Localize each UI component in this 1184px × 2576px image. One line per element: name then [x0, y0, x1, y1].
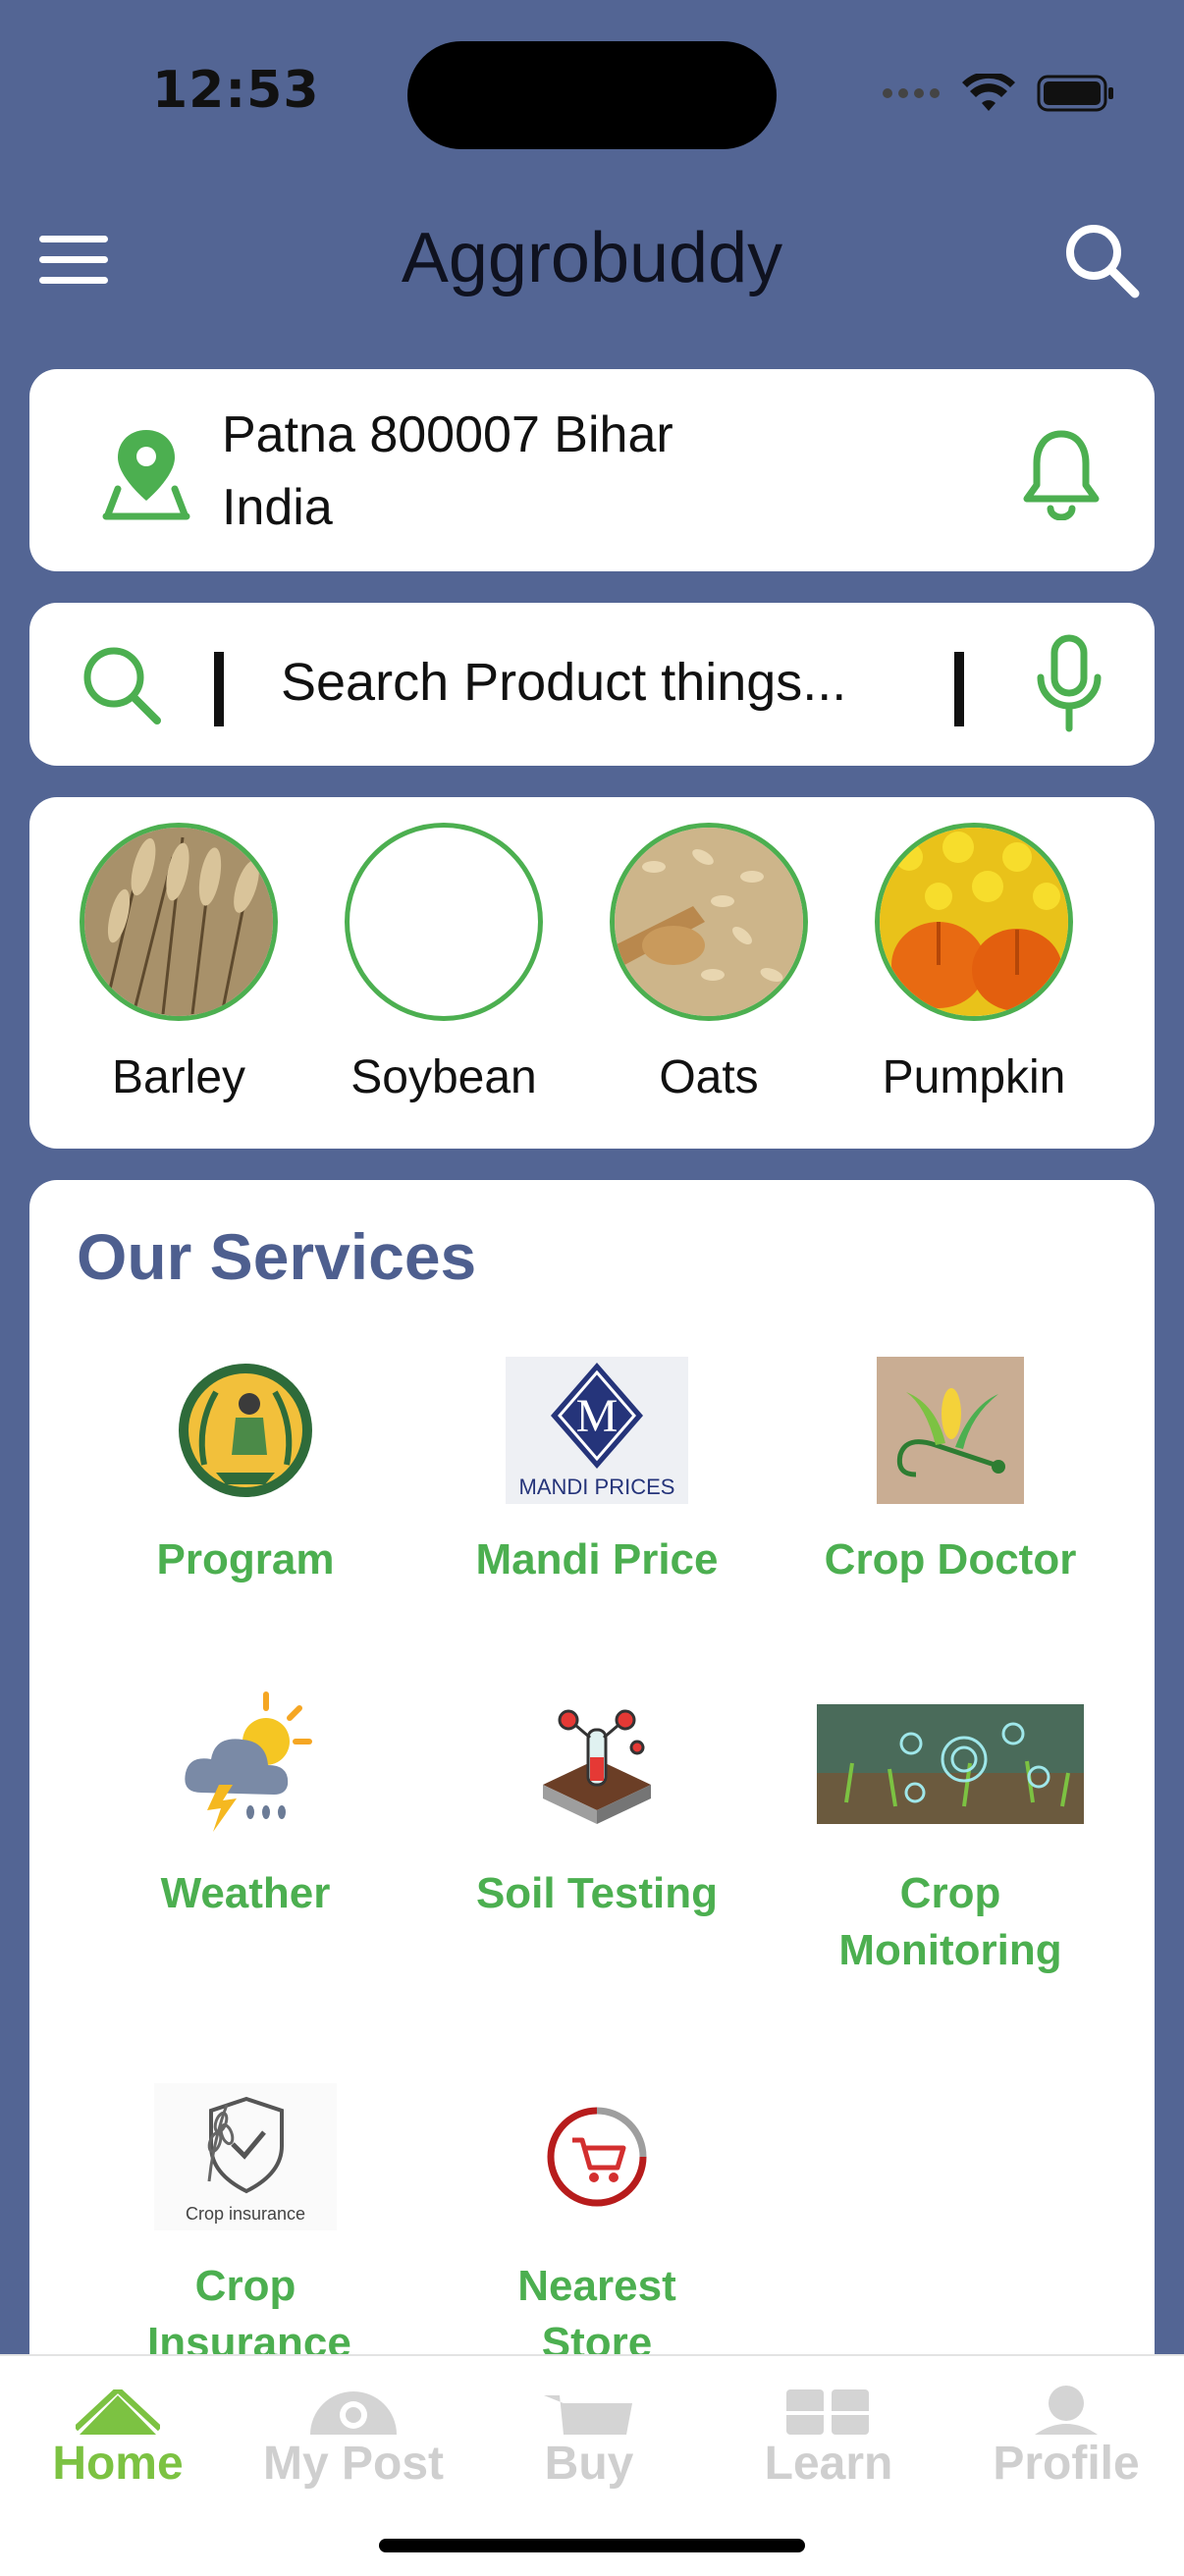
app-title: Aggrobuddy [401, 219, 783, 297]
location-pin-icon [102, 430, 190, 520]
dynamic-island [407, 41, 777, 149]
tab-profile[interactable]: Profile [948, 2356, 1184, 2491]
location-line-2: India [222, 479, 333, 536]
tab-label: Buy [544, 2438, 634, 2490]
service-crop-monitoring[interactable]: Crop Monitoring [783, 1690, 1117, 1979]
tab-label: My Post [262, 2438, 445, 2490]
tab-my-post[interactable]: My Post [236, 2356, 471, 2491]
learn-icon [711, 2356, 946, 2435]
service-soil-testing[interactable]: Soil Testing [430, 1690, 764, 1922]
location-card[interactable]: Patna 800007 Bihar India [29, 369, 1155, 571]
category-label: Barley [111, 1051, 246, 1103]
tab-label: Home [52, 2438, 184, 2490]
status-time: 12:53 [152, 61, 320, 120]
category-label: Oats [659, 1051, 759, 1103]
category-label: Soybean [350, 1051, 537, 1103]
tab-learn[interactable]: Learn [711, 2356, 946, 2491]
tab-buy[interactable]: Buy [471, 2356, 707, 2491]
signal-icon [883, 88, 940, 98]
mandi-prices-logo: M MANDI PRICES [430, 1357, 764, 1504]
service-weather[interactable]: Weather [79, 1690, 412, 1922]
profile-icon [948, 2356, 1184, 2435]
category-strip: Barley Soybean Oats Pumpkin [29, 797, 1155, 1149]
pumpkin-image [875, 823, 1073, 1021]
home-indicator [379, 2539, 805, 2552]
post-icon [236, 2356, 471, 2435]
search-icon [83, 647, 161, 724]
oats-image [610, 823, 808, 1021]
crop-doctor-icon [783, 1357, 1117, 1504]
service-label: Crop Doctor [824, 1535, 1077, 1583]
service-crop-insurance[interactable]: Crop insurance Crop Insurance [79, 2083, 412, 2372]
category-oats[interactable]: Oats [601, 823, 817, 1104]
search-placeholder[interactable]: Search Product things... [281, 652, 846, 713]
service-label: Weather [160, 1869, 331, 1917]
service-label: Crop Monitoring [838, 1869, 1062, 1974]
microphone-icon[interactable] [1033, 634, 1105, 732]
service-label: Program [156, 1535, 335, 1583]
cart-icon [471, 2356, 707, 2435]
location-text: Patna 800007 Bihar India [222, 399, 968, 544]
service-label: Mandi Price [475, 1535, 719, 1583]
service-label: Soil Testing [475, 1869, 719, 1917]
tab-label: Profile [993, 2438, 1140, 2490]
svg-text:M: M [576, 1390, 619, 1442]
battery-icon [1037, 75, 1113, 112]
weather-icon [79, 1690, 412, 1838]
text-cursor [214, 652, 224, 726]
mandi-prices-logo-text: MANDI PRICES [518, 1475, 675, 1499]
service-crop-doctor[interactable]: Crop Doctor [783, 1357, 1117, 1588]
tab-home[interactable]: Home [0, 2356, 236, 2491]
services-title: Our Services [77, 1220, 477, 1293]
soil-testing-icon [430, 1690, 764, 1838]
program-icon [79, 1357, 412, 1504]
category-soybean[interactable]: Soybean [336, 823, 552, 1104]
search-icon[interactable] [1062, 221, 1141, 299]
bell-icon[interactable] [1017, 426, 1105, 520]
barley-image [80, 823, 278, 1021]
crop-monitoring-image [783, 1690, 1117, 1838]
crop-insurance-icon: Crop insurance [79, 2083, 412, 2230]
text-cursor [954, 652, 964, 726]
category-barley[interactable]: Barley [71, 823, 287, 1104]
status-icons [882, 69, 1115, 118]
category-pumpkin[interactable]: Pumpkin [866, 823, 1082, 1104]
search-bar[interactable]: Search Product things... [29, 603, 1155, 766]
category-label: Pumpkin [882, 1051, 1066, 1103]
location-line-1: Patna 800007 Bihar [222, 406, 673, 463]
soybean-image [345, 823, 543, 1021]
nearest-store-icon [430, 2083, 764, 2230]
service-program[interactable]: Program [79, 1357, 412, 1588]
service-nearest-store[interactable]: Nearest Store [430, 2083, 764, 2372]
tab-label: Learn [764, 2438, 893, 2490]
service-mandi-price[interactable]: M MANDI PRICES Mandi Price [430, 1357, 764, 1588]
crop-insurance-logo-text: Crop insurance [185, 2204, 306, 2224]
home-icon [0, 2356, 236, 2435]
wifi-icon [962, 74, 1015, 111]
